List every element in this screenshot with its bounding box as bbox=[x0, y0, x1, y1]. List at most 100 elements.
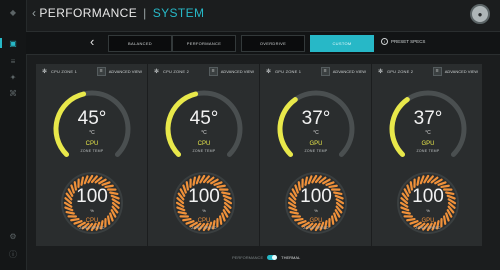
zone-speed-unit: % bbox=[90, 208, 94, 213]
zone-speed-value: 100 bbox=[300, 186, 332, 207]
zone-label: GPU ZONE 1 bbox=[275, 69, 302, 74]
advanced-view-icon: ≡ bbox=[96, 67, 106, 76]
zone-speed-unit: % bbox=[314, 208, 318, 213]
logo-icon: ◆ bbox=[9, 7, 17, 17]
zone-temp-label: ZONE TEMP bbox=[192, 149, 216, 153]
thermal-toggle[interactable] bbox=[267, 255, 278, 260]
speed-gauge-tick bbox=[83, 175, 89, 185]
zone-panel: ✻ GPU ZONE 1 ≡ ADVANCED VIEW 37° °C GPU ZONE TE… bbox=[260, 64, 372, 246]
back-chevron-icon[interactable]: ‹ bbox=[32, 6, 36, 20]
zone-speed-gauge: 100% CPU ZONE SPEED bbox=[161, 169, 247, 255]
speed-gauge-tick bbox=[437, 181, 447, 186]
zone-temp-unit: °C bbox=[89, 130, 95, 136]
zone-speed-source: CPU bbox=[85, 218, 99, 224]
advanced-view-label: ADVANCED VIEW bbox=[332, 69, 366, 74]
advanced-view-icon: ≡ bbox=[208, 67, 218, 76]
page-title-text: PERFORMANCE bbox=[39, 6, 138, 20]
advanced-view-button[interactable]: ≡ ADVANCED VIEW bbox=[208, 67, 254, 76]
advanced-view-button[interactable]: ≡ ADVANCED VIEW bbox=[96, 67, 142, 76]
zone-speed-gauge: 100% CPU ZONE SPEED bbox=[49, 169, 135, 255]
zone-speed-value: 100 bbox=[188, 186, 220, 207]
zone-temp-gauge: 37° °C GPU ZONE TEMP bbox=[385, 86, 471, 172]
advanced-view-label: ADVANCED VIEW bbox=[108, 69, 142, 74]
preset-specs-label: PRESET SPECS bbox=[391, 39, 426, 44]
preset-specs-link[interactable]: i PRESET SPECS bbox=[381, 38, 425, 45]
info-circle-icon: i bbox=[381, 38, 388, 45]
zone-temp-gauge: 37° °C GPU ZONE TEMP bbox=[273, 86, 359, 172]
advanced-view-icon: ≡ bbox=[432, 67, 442, 76]
speed-gauge-tick bbox=[419, 175, 425, 185]
zone-temp-value: 45° bbox=[77, 108, 107, 129]
speed-gauge-tick bbox=[195, 175, 201, 185]
zone-speed-gauge: 100% GPU ZONE SPEED bbox=[385, 169, 471, 255]
zone-temp-value: 37° bbox=[301, 108, 331, 129]
zone-temp-unit: °C bbox=[425, 130, 431, 136]
tab-overdrive[interactable]: OVERDRIVE bbox=[241, 35, 305, 52]
zone-label: CPU ZONE 2 bbox=[163, 69, 190, 74]
speed-gauge-tick bbox=[416, 176, 421, 186]
fan-icon: ✻ bbox=[266, 69, 272, 75]
zone-temp-source: GPU bbox=[421, 141, 435, 147]
lighting-icon[interactable]: ✦ bbox=[7, 71, 19, 83]
zone-temp-gauge: 45° °C CPU ZONE TEMP bbox=[161, 86, 247, 172]
info-icon[interactable]: ⓘ bbox=[7, 248, 19, 260]
zone-panel: ✻ CPU ZONE 2 ≡ ADVANCED VIEW 45° °C CPU ZONE TE… bbox=[148, 64, 260, 246]
zone-temp-unit: °C bbox=[201, 130, 207, 136]
fan-icon: ✻ bbox=[154, 69, 160, 75]
tab-performance[interactable]: PERFORMANCE bbox=[172, 35, 236, 52]
zone-speed-gauge: 100% GPU ZONE SPEED bbox=[273, 169, 359, 255]
zone-temp-source: CPU bbox=[197, 141, 211, 147]
zone-speed-value: 100 bbox=[412, 186, 444, 207]
zone-header: ✻ GPU ZONE 1 ≡ ADVANCED VIEW bbox=[260, 64, 371, 80]
speed-gauge-tick bbox=[98, 178, 107, 185]
speed-gauge-tick bbox=[213, 181, 223, 186]
zone-header: ✻ CPU ZONE 1 ≡ ADVANCED VIEW bbox=[36, 64, 147, 80]
zone-header: ✻ GPU ZONE 2 ≡ ADVANCED VIEW bbox=[372, 64, 483, 80]
mode-thermal-label: THERMAL bbox=[281, 255, 301, 260]
zone-speed-label: ZONE SPEED bbox=[79, 226, 105, 230]
fan-mode-switch: PERFORMANCE THERMAL bbox=[232, 255, 300, 260]
avatar[interactable]: ● bbox=[470, 4, 490, 24]
title-separator: | bbox=[143, 6, 147, 20]
tab-custom[interactable]: CUSTOM bbox=[310, 35, 374, 52]
zone-speed-unit: % bbox=[202, 208, 206, 213]
advanced-view-button[interactable]: ≡ ADVANCED VIEW bbox=[320, 67, 366, 76]
zone-temp-gauge: 45° °C CPU ZONE TEMP bbox=[49, 86, 135, 172]
tab-back-chevron-icon[interactable]: ‹ bbox=[90, 34, 94, 50]
tab-balanced[interactable]: BALANCED bbox=[108, 35, 172, 52]
speed-gauge-tick bbox=[325, 181, 335, 186]
zone-temp-label: ZONE TEMP bbox=[304, 149, 328, 153]
zone-temp-label: ZONE TEMP bbox=[80, 149, 104, 153]
speed-gauge-tick bbox=[80, 176, 85, 186]
speed-gauge-tick bbox=[304, 176, 309, 186]
speed-gauge-tick bbox=[434, 178, 443, 185]
zone-label: GPU ZONE 2 bbox=[387, 69, 414, 74]
zone-panel: ✻ GPU ZONE 2 ≡ ADVANCED VIEW 37° °C GPU ZONE TE… bbox=[372, 64, 484, 246]
zone-speed-source: GPU bbox=[421, 218, 435, 224]
advanced-view-label: ADVANCED VIEW bbox=[444, 69, 478, 74]
mode-performance-label: PERFORMANCE bbox=[232, 255, 264, 260]
advanced-view-label: ADVANCED VIEW bbox=[220, 69, 254, 74]
mode-tab-bar: ‹ BALANCED PERFORMANCE OVERDRIVE CUSTOM … bbox=[26, 31, 500, 55]
zone-temp-source: CPU bbox=[85, 141, 99, 147]
speed-gauge-tick bbox=[210, 178, 219, 185]
zone-speed-label: ZONE SPEED bbox=[415, 226, 441, 230]
zone-temp-label: ZONE TEMP bbox=[416, 149, 440, 153]
advanced-view-button[interactable]: ≡ ADVANCED VIEW bbox=[432, 67, 478, 76]
zone-label: CPU ZONE 1 bbox=[51, 69, 78, 74]
zone-panel: ✻ CPU ZONE 1 ≡ ADVANCED VIEW 45° °C CPU ZONE TE… bbox=[36, 64, 148, 246]
zone-panels: ✻ CPU ZONE 1 ≡ ADVANCED VIEW 45° °C CPU ZONE TE… bbox=[36, 64, 484, 246]
zone-speed-label: ZONE SPEED bbox=[191, 226, 217, 230]
zone-header: ✻ CPU ZONE 2 ≡ ADVANCED VIEW bbox=[148, 64, 259, 80]
macro-icon[interactable]: ⌘ bbox=[7, 87, 19, 99]
monitor-icon[interactable]: ▣ bbox=[7, 37, 19, 49]
settings-icon[interactable]: ⚙ bbox=[7, 230, 19, 242]
speed-gauge-tick bbox=[192, 176, 197, 186]
zone-speed-value: 100 bbox=[76, 186, 108, 207]
sliders-icon[interactable]: ≡ bbox=[7, 55, 19, 67]
footer: PERFORMANCE THERMAL bbox=[26, 250, 500, 270]
fan-icon: ✻ bbox=[42, 69, 48, 75]
zone-temp-value: 45° bbox=[189, 108, 219, 129]
zone-temp-unit: °C bbox=[313, 130, 319, 136]
zone-speed-unit: % bbox=[426, 208, 430, 213]
